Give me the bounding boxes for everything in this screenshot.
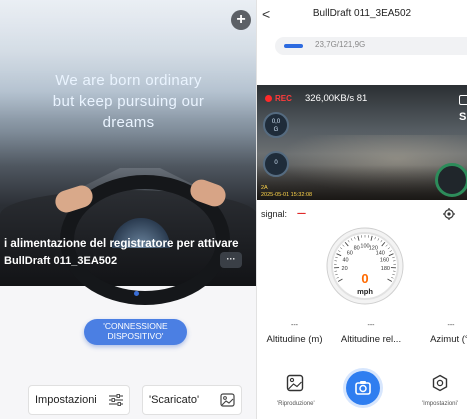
device-screen: < BullDraft 011_3EA502 23,7G/121,9G REC … <box>257 0 467 419</box>
live-video-preview[interactable]: REC 326,00KB/s 81 S 0,0 G 0 2A 2025-05-0… <box>257 85 467 200</box>
metric-altitude: --- Altitudine (m) <box>257 322 332 352</box>
device-settings-button[interactable]: 'Impostazioni' <box>415 374 465 407</box>
add-device-button[interactable]: + <box>231 10 251 30</box>
speedometer-tick-label: 160 <box>380 258 389 264</box>
power-on-instruction: i alimentazione del registratore per att… <box>4 238 239 250</box>
speed-unit: mph <box>357 287 373 296</box>
device-name: BullDraft 011_3EA502 <box>4 255 118 267</box>
slogan-line-2: but keep pursuing our <box>52 93 205 110</box>
camera-icon <box>355 381 371 395</box>
home-screen: We are born ordinary but keep pursuing o… <box>0 0 257 419</box>
metric-azimuth: --- Azimut (°) <box>421 322 467 352</box>
g-sensor-unit: G <box>273 127 279 133</box>
settings-button-label: Impostazioni <box>35 394 97 406</box>
speedometer-tick-label: 60 <box>347 250 353 256</box>
metric-relative-altitude-label: Altitudine rel... <box>340 334 402 345</box>
locate-icon[interactable] <box>443 208 455 220</box>
settings-button[interactable]: Impostazioni <box>28 385 130 415</box>
metric-altitude-value: --- <box>291 322 298 329</box>
signal-value: ---- <box>297 208 306 218</box>
speed-value: 0 <box>361 271 369 286</box>
top-bar: < BullDraft 011_3EA502 <box>257 0 467 30</box>
image-icon <box>220 393 235 407</box>
page-title: BullDraft 011_3EA502 <box>312 8 412 19</box>
carousel-indicator-dot[interactable] <box>134 291 139 296</box>
playback-label: 'Riproduzione' <box>277 401 315 407</box>
signal-row: signal: ---- <box>257 203 467 223</box>
metric-relative-altitude: --- Altitudine rel... <box>331 322 411 352</box>
record-indicator-icon <box>265 95 272 102</box>
video-timestamp: 2A 2025-05-01 15:32:08 <box>261 185 312 198</box>
capture-button[interactable] <box>346 371 380 405</box>
speedometer-tick-label: 80 <box>354 245 360 251</box>
slogan-line-1: We are born ordinary <box>55 72 202 89</box>
overlay-gauge: 0 <box>263 151 289 177</box>
connect-device-button[interactable]: 'CONNESSIONE DISPOSITIVO' <box>84 319 187 345</box>
sliders-icon <box>109 394 123 406</box>
speedometer-tick-label: 40 <box>342 258 348 264</box>
more-options-button[interactable]: ··· <box>220 252 242 268</box>
metric-azimuth-value: --- <box>447 322 455 329</box>
device-card[interactable]: i alimentazione del registratore per att… <box>0 232 256 282</box>
speedometer-tick-label: 140 <box>376 250 385 256</box>
plus-icon: + <box>236 11 246 28</box>
fullscreen-icon[interactable] <box>459 95 467 105</box>
speedometer: 20 40 60 80 100 120 140 160 180 0 mph <box>325 226 405 306</box>
metrics-row: --- Altitudine (m) --- Altitudine rel...… <box>257 322 467 352</box>
g-sensor-gauge: 0,0 G <box>263 112 289 138</box>
device-settings-label: 'Impostazioni' <box>422 401 458 407</box>
gallery-icon <box>286 374 304 392</box>
slogan-line-3: dreams <box>102 114 155 131</box>
overlay-speed-gauge <box>435 163 467 197</box>
downloads-button-label: 'Scaricato' <box>149 394 200 406</box>
hero-slogan: We are born ordinary but keep pursuing o… <box>0 70 256 133</box>
metric-azimuth-label: Azimut (°) <box>430 334 467 345</box>
storage-text: 23,7G/121,9G <box>315 40 366 49</box>
downloads-button[interactable]: 'Scaricato' <box>142 385 242 415</box>
storage-indicator: 23,7G/121,9G <box>275 37 467 55</box>
connect-button-line-2: DISPOSITIVO' <box>107 330 164 341</box>
playback-button[interactable]: 'Riproduzione' <box>277 374 315 407</box>
signal-label: signal: <box>261 209 288 219</box>
bottom-navigation: 'Riproduzione' 'Impostazioni' <box>257 366 467 419</box>
settings-hexagon-icon <box>432 374 448 392</box>
metric-relative-altitude-value: --- <box>367 322 375 329</box>
bitrate-readout: 326,00KB/s 81 <box>305 93 368 104</box>
metric-altitude-label: Altitudine (m) <box>266 334 323 345</box>
storage-progress-bar <box>284 44 303 48</box>
overlay-letter: S <box>459 111 467 123</box>
rec-label: REC <box>275 94 292 103</box>
overlay-gauge-value: 0 <box>274 160 278 166</box>
video-stamp-line-2: 2025-05-01 15:32:08 <box>261 191 313 198</box>
g-sensor-value: 0,0 <box>271 119 281 125</box>
